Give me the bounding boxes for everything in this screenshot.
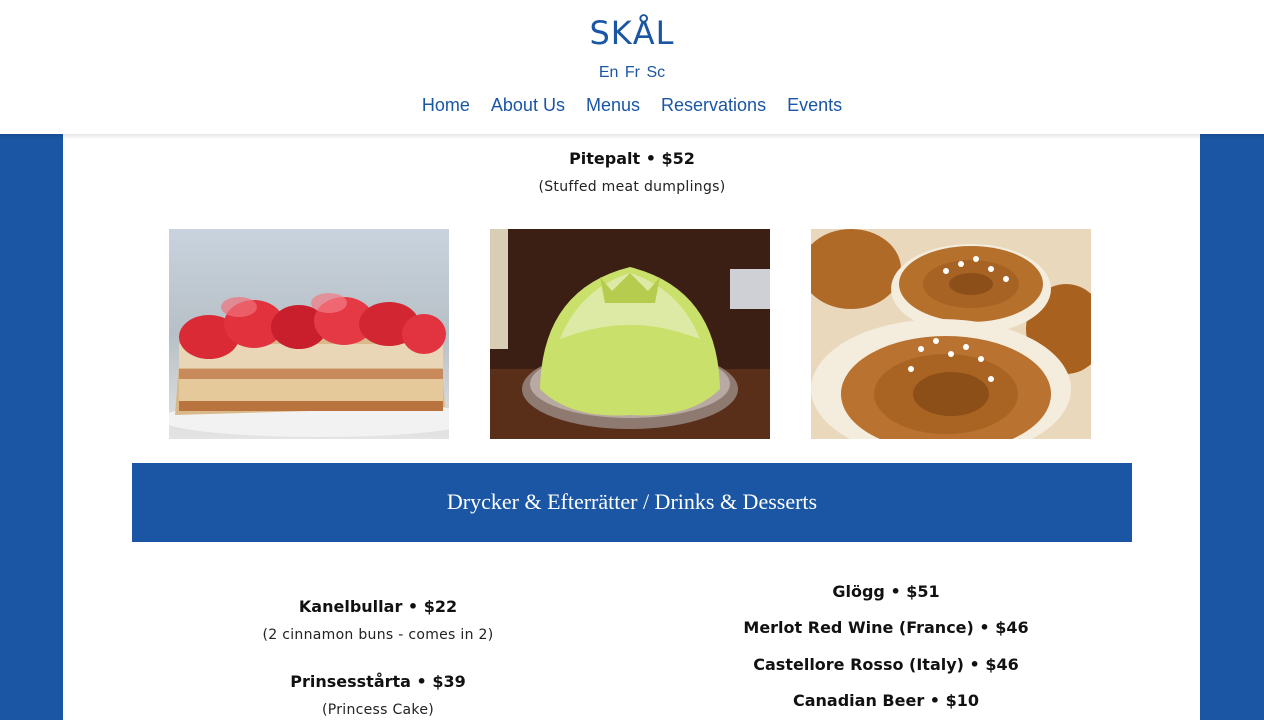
- section-title: Drycker & Efterrätter / Drinks & Dessert…: [446, 489, 818, 514]
- drink-item-name: Castellore Rosso (Italy) • $46: [753, 655, 1019, 674]
- nav-home[interactable]: Home: [422, 95, 470, 115]
- princess-cake-photo: [490, 229, 770, 439]
- dessert-item-name: Prinsesstårta • $39: [290, 672, 466, 691]
- lang-fr-link[interactable]: Fr: [625, 64, 640, 81]
- main-nav: Home About Us Menus Reservations Events: [0, 95, 1264, 116]
- drink-item-name: Glögg • $51: [832, 582, 940, 601]
- nav-events[interactable]: Events: [787, 95, 842, 115]
- nav-menus[interactable]: Menus: [586, 95, 640, 115]
- dessert-item-desc: (2 cinnamon buns - comes in 2): [262, 627, 494, 643]
- nav-about-us[interactable]: About Us: [491, 95, 565, 115]
- menu-item-desc: (Stuffed meat dumplings): [538, 179, 726, 195]
- site-logo[interactable]: SKÅL: [0, 14, 1264, 52]
- strawberry-cake-photo: [169, 229, 449, 439]
- drink-item-name: Canadian Beer • $10: [793, 691, 979, 710]
- lang-en-link[interactable]: En: [599, 64, 619, 81]
- site-header: SKÅL En Fr Sc Home About Us Menus Reserv…: [0, 0, 1264, 134]
- drink-item-name: Merlot Red Wine (France) • $46: [743, 618, 1029, 637]
- menu-item-name: Pitepalt • $52: [569, 149, 695, 168]
- section-banner: Drycker & Efterrätter / Drinks & Dessert…: [132, 463, 1132, 542]
- language-switcher: En Fr Sc: [0, 64, 1264, 82]
- dessert-item-desc: (Princess Cake): [321, 702, 435, 718]
- cinnamon-buns-photo: [811, 229, 1091, 439]
- lang-sc-link[interactable]: Sc: [646, 64, 665, 81]
- nav-reservations[interactable]: Reservations: [661, 95, 766, 115]
- menu-content: Pitepalt • $52 (Stuffed meat dumplings): [63, 134, 1200, 720]
- dessert-item-name: Kanelbullar • $22: [298, 597, 458, 616]
